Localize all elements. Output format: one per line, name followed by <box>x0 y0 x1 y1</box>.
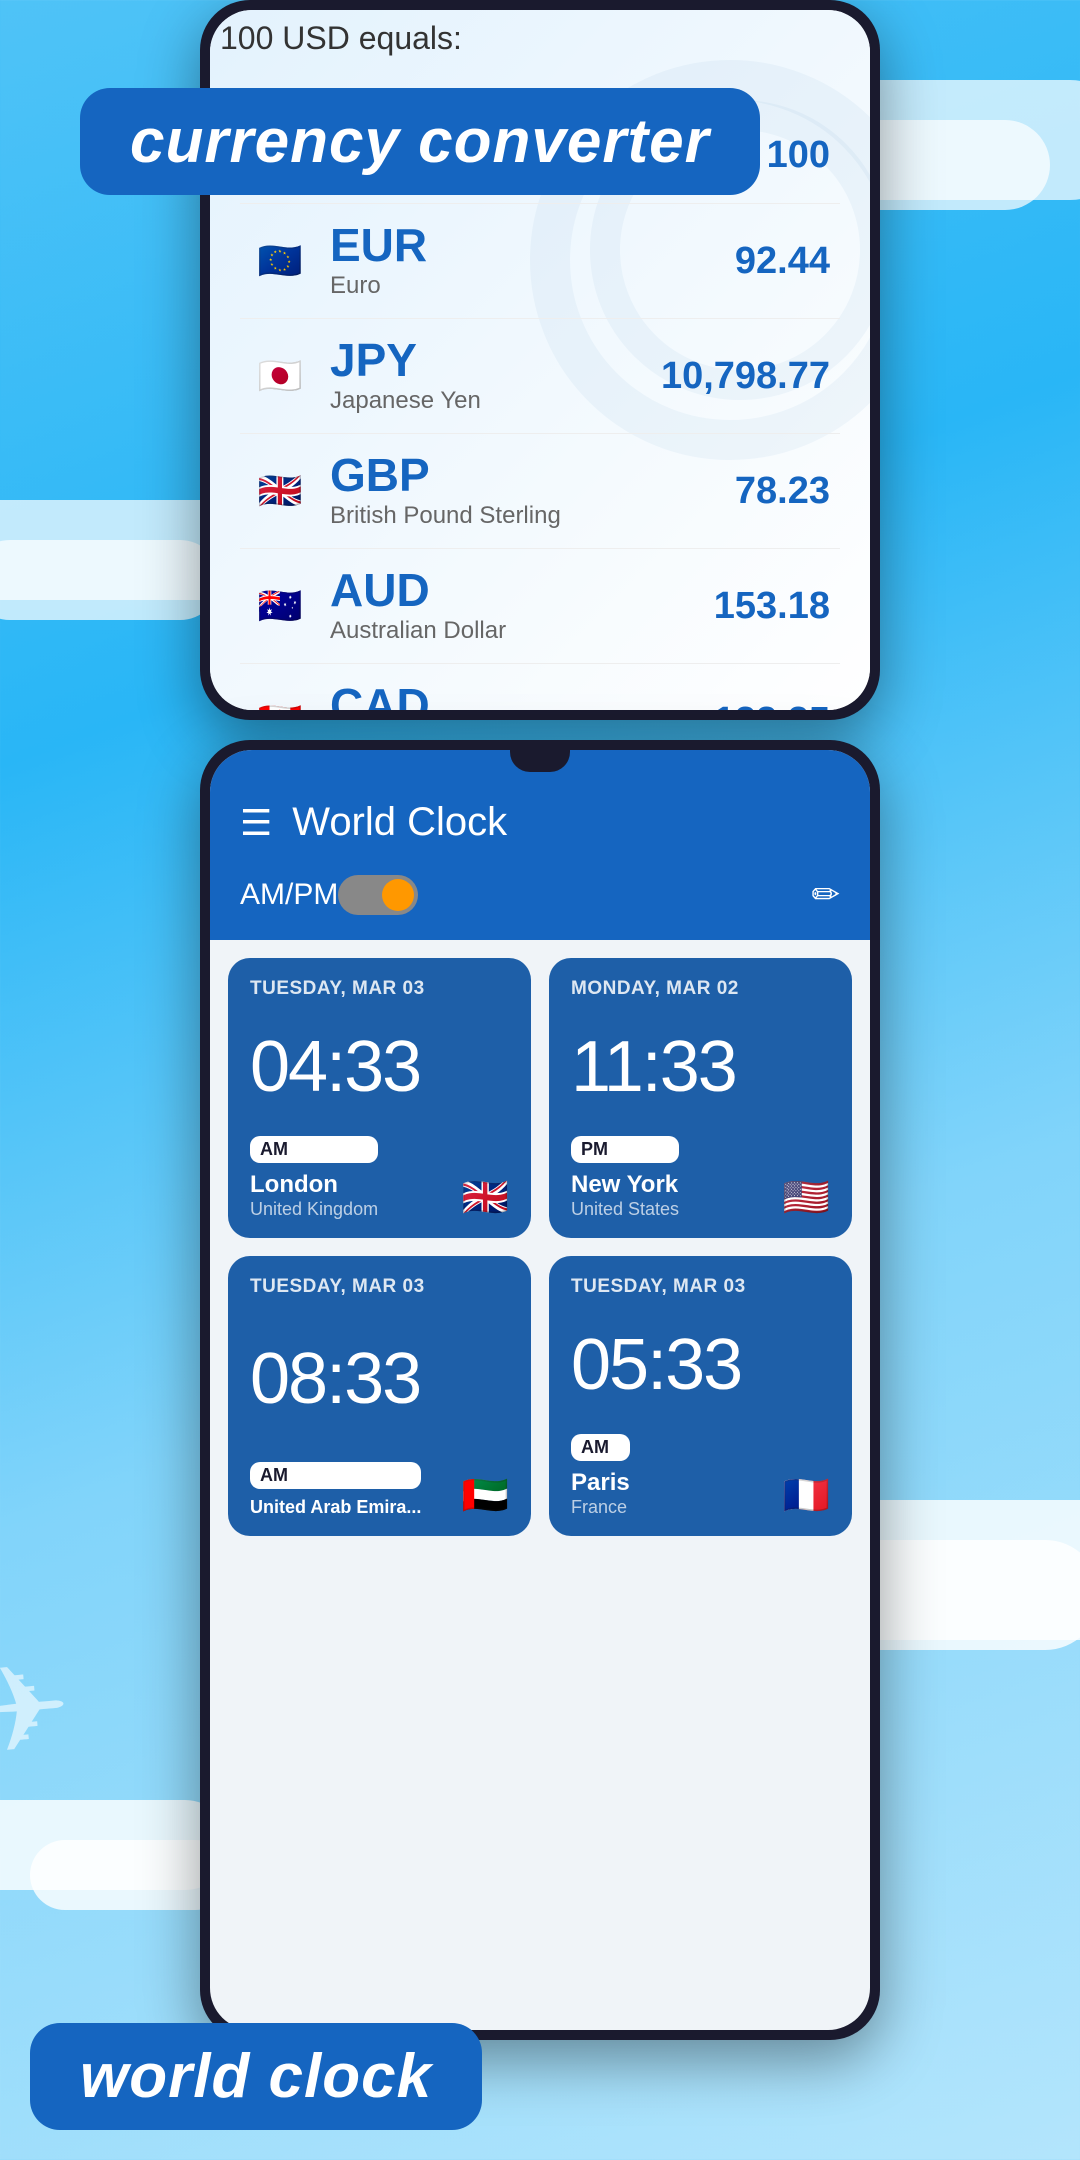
world-clock-toolbar: AM/PM ✏ <box>210 865 870 940</box>
uae-date: TUESDAY, MAR 03 <box>250 1276 509 1298</box>
toggle-track[interactable] <box>338 875 418 915</box>
table-row: 🇦🇺 AUD Australian Dollar 153.18 <box>240 549 840 664</box>
uae-footer: AM United Arab Emira... 🇦🇪 <box>250 1462 509 1518</box>
paris-footer: AM Paris France 🇫🇷 <box>571 1434 830 1518</box>
aud-name: Australian Dollar <box>330 617 714 645</box>
gbp-value: 78.23 <box>735 470 830 513</box>
menu-icon[interactable]: ☰ <box>240 802 272 844</box>
eur-flag: 🇪🇺 <box>250 231 310 291</box>
list-item: TUESDAY, MAR 03 04:33 AM London United K… <box>228 958 531 1238</box>
newyork-date: MONDAY, MAR 02 <box>571 978 830 1000</box>
gbp-flag: 🇬🇧 <box>250 461 310 521</box>
world-clock-title: World Clock <box>292 800 840 845</box>
uae-time: 08:33 <box>250 1306 509 1452</box>
london-country: United Kingdom <box>250 1199 378 1220</box>
eur-info: EUR Euro <box>330 222 735 300</box>
newyork-location: PM New York United States <box>571 1136 679 1220</box>
jpy-name: Japanese Yen <box>330 387 661 415</box>
aud-info: AUD Australian Dollar <box>330 567 714 645</box>
usd-value: 100 <box>767 134 830 177</box>
list-item: TUESDAY, MAR 03 08:33 AM United Arab Emi… <box>228 1256 531 1536</box>
london-footer: AM London United Kingdom 🇬🇧 <box>250 1136 509 1220</box>
newyork-country: United States <box>571 1199 679 1220</box>
gbp-code: GBP <box>330 452 735 498</box>
currency-converter-label: currency converter <box>80 88 760 195</box>
london-flag: 🇬🇧 <box>462 1176 509 1220</box>
ampm-toggle[interactable] <box>338 875 418 915</box>
jpy-code: JPY <box>330 337 661 383</box>
uae-city: United Arab Emira... <box>250 1497 421 1518</box>
table-row: 🇯🇵 JPY Japanese Yen 10,798.77 <box>240 319 840 434</box>
paris-country: France <box>571 1497 630 1518</box>
gbp-name: British Pound Sterling <box>330 502 735 530</box>
london-time: 04:33 <box>250 1008 509 1126</box>
newyork-flag: 🇺🇸 <box>783 1176 830 1220</box>
world-clock-label: world clock <box>30 2023 482 2130</box>
toggle-thumb <box>382 879 414 911</box>
cad-code: CAD <box>330 682 714 710</box>
ampm-label: AM/PM <box>240 878 338 912</box>
currency-header: 100 USD equals: <box>210 10 870 77</box>
jpy-info: JPY Japanese Yen <box>330 337 661 415</box>
gbp-info: GBP British Pound Sterling <box>330 452 735 530</box>
list-item: MONDAY, MAR 02 11:33 PM New York United … <box>549 958 852 1238</box>
aud-value: 153.18 <box>714 585 830 628</box>
clock-grid: TUESDAY, MAR 03 04:33 AM London United K… <box>210 940 870 1554</box>
london-ampm: AM <box>250 1136 378 1163</box>
table-row: 🇪🇺 EUR Euro 92.44 <box>240 204 840 319</box>
list-item: TUESDAY, MAR 03 05:33 AM Paris France 🇫🇷 <box>549 1256 852 1536</box>
newyork-ampm: PM <box>571 1136 679 1163</box>
eur-code: EUR <box>330 222 735 268</box>
newyork-time: 11:33 <box>571 1008 830 1126</box>
edit-icon[interactable]: ✏ <box>812 875 841 915</box>
paris-location: AM Paris France <box>571 1434 630 1518</box>
table-row: 🇬🇧 GBP British Pound Sterling 78.23 <box>240 434 840 549</box>
phone-notch <box>510 750 570 772</box>
uae-flag: 🇦🇪 <box>462 1474 509 1518</box>
jpy-flag: 🇯🇵 <box>250 346 310 406</box>
london-date: TUESDAY, MAR 03 <box>250 978 509 1000</box>
eur-value: 92.44 <box>735 240 830 283</box>
london-city: London <box>250 1171 378 1199</box>
paris-date: TUESDAY, MAR 03 <box>571 1276 830 1298</box>
paris-ampm: AM <box>571 1434 630 1461</box>
paris-time: 05:33 <box>571 1306 830 1424</box>
uae-location: AM United Arab Emira... <box>250 1462 421 1518</box>
world-clock-screen: ☰ World Clock AM/PM ✏ TUESDAY, MAR 03 04… <box>210 750 870 2030</box>
paris-flag: 🇫🇷 <box>783 1474 830 1518</box>
newyork-footer: PM New York United States 🇺🇸 <box>571 1136 830 1220</box>
london-location: AM London United Kingdom <box>250 1136 378 1220</box>
jpy-value: 10,798.77 <box>661 355 830 398</box>
uae-ampm: AM <box>250 1462 421 1489</box>
cad-flag: 🇨🇦 <box>250 691 310 710</box>
newyork-city: New York <box>571 1171 679 1199</box>
aud-flag: 🇦🇺 <box>250 576 310 636</box>
eur-name: Euro <box>330 272 735 300</box>
paris-city: Paris <box>571 1469 630 1497</box>
aud-code: AUD <box>330 567 714 613</box>
cad-value: 133.35 <box>714 700 830 711</box>
world-clock-phone: ☰ World Clock AM/PM ✏ TUESDAY, MAR 03 04… <box>200 740 880 2040</box>
table-row: 🇨🇦 CAD Canadian Dollar 133.35 <box>240 664 840 710</box>
cad-info: CAD Canadian Dollar <box>330 682 714 710</box>
